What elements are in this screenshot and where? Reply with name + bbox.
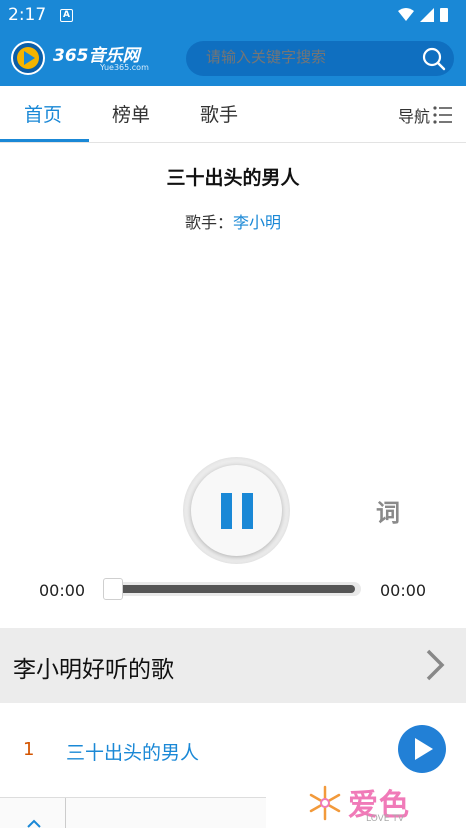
current-time: 00:00	[39, 581, 86, 600]
tab-singers[interactable]: 歌手	[200, 100, 238, 127]
singer-line: 歌手：李小明	[0, 209, 466, 233]
nav-menu-button[interactable]: 导航	[398, 103, 454, 127]
app-logo[interactable]: 365音乐网 Yue365.com	[10, 38, 150, 78]
chevron-right-icon	[426, 649, 445, 681]
battery-icon	[440, 8, 448, 22]
progress-thumb[interactable]	[103, 578, 123, 600]
progress-bar	[109, 585, 355, 593]
logo-play-icon	[11, 41, 45, 75]
divider	[65, 798, 66, 828]
progress-slider[interactable]	[103, 578, 361, 600]
status-time: 2:17	[8, 5, 47, 25]
notification-icon: A	[60, 9, 73, 22]
song-name[interactable]: 三十出头的男人	[66, 738, 199, 765]
active-tab-indicator	[0, 139, 89, 142]
singer-songs-header[interactable]: 李小明好听的歌	[0, 628, 466, 703]
snowflake-icon	[309, 785, 341, 821]
search-input[interactable]	[206, 49, 416, 66]
status-icons	[398, 8, 448, 22]
singer-prefix: 歌手：	[184, 213, 233, 232]
arrow-up-icon[interactable]	[26, 818, 42, 828]
watermark-logo: 爱色 LOVE TV	[306, 780, 436, 826]
lyrics-button[interactable]: 词	[376, 493, 400, 528]
list-menu-icon	[433, 106, 452, 124]
signal-icon	[420, 8, 434, 22]
singer-link[interactable]: 李小明	[233, 213, 281, 232]
play-pause-inner	[191, 465, 282, 556]
section-title: 李小明好听的歌	[13, 657, 174, 683]
tab-home[interactable]: 首页	[24, 100, 62, 127]
wifi-icon	[398, 8, 414, 21]
pause-icon	[221, 493, 253, 529]
play-pause-button[interactable]	[183, 457, 290, 564]
song-play-button[interactable]	[398, 725, 446, 773]
status-bar: 2:17 A	[0, 0, 466, 30]
watermark-subtext: LOVE TV	[366, 814, 404, 824]
tab-charts[interactable]: 榜单	[112, 100, 150, 127]
song-title: 三十出头的男人	[166, 167, 300, 189]
bottom-toolbar	[0, 797, 266, 828]
search-icon[interactable]	[422, 47, 446, 71]
nav-menu-label: 导航	[397, 107, 430, 126]
play-icon	[415, 738, 433, 760]
logo-subtext: Yue365.com	[100, 63, 149, 72]
total-time: 00:00	[380, 581, 427, 600]
search-box[interactable]	[186, 41, 454, 76]
tab-bar: 首页 榜单 歌手 导航	[0, 86, 466, 143]
song-index: 1	[23, 739, 35, 760]
app-header: 365音乐网 Yue365.com	[0, 30, 466, 86]
